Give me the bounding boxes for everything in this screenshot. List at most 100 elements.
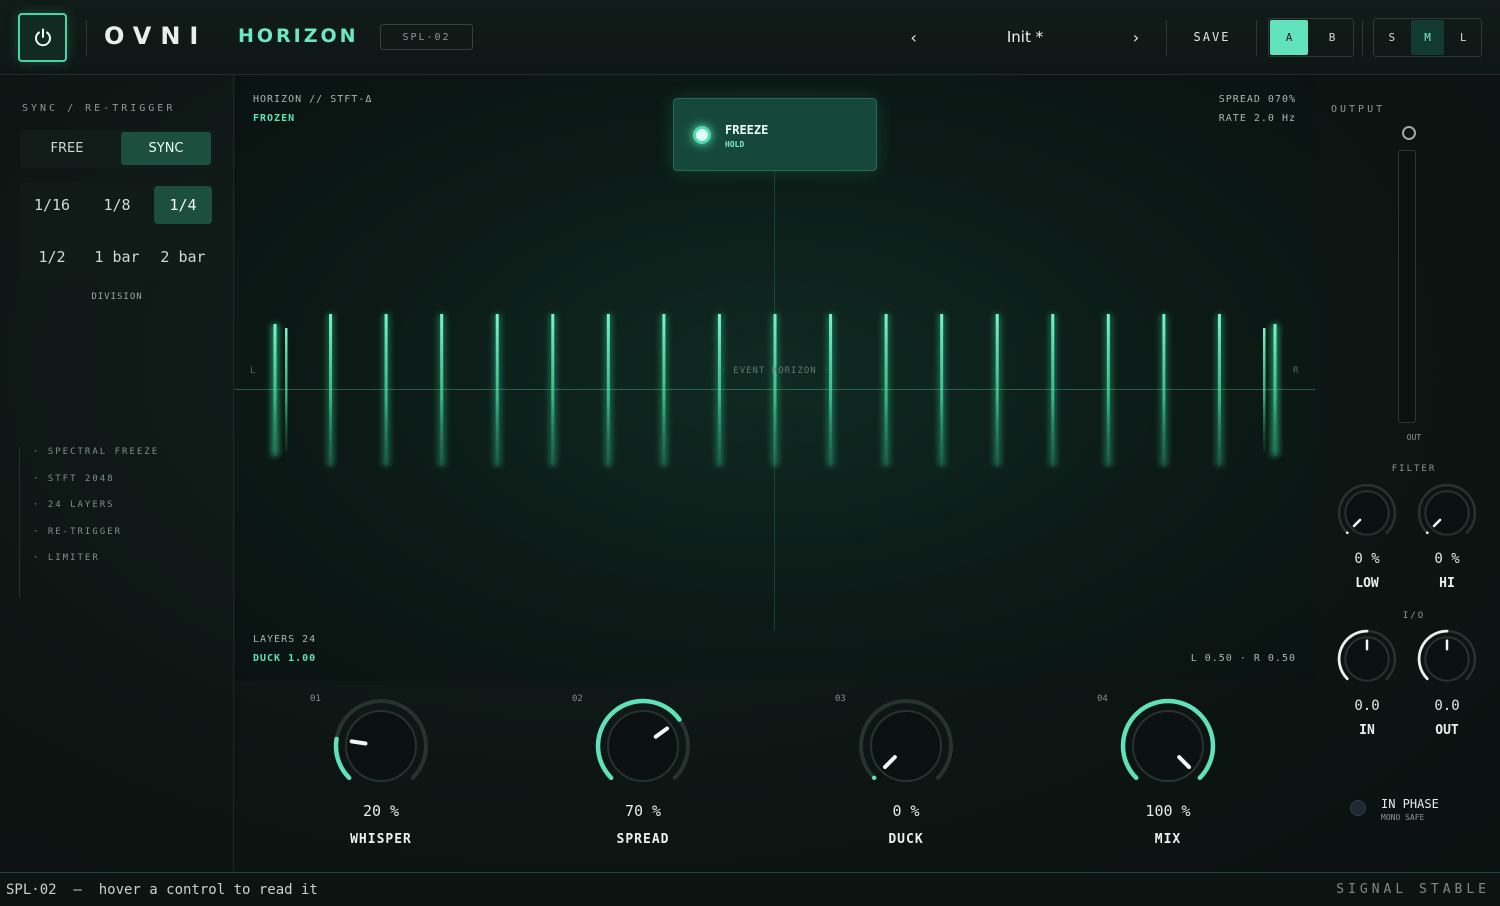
input-gain-value: 0.0 (1354, 698, 1380, 714)
feature-item: · RE-TRIGGER (33, 526, 123, 537)
filter-low-knob[interactable] (1336, 482, 1398, 544)
output-gain-knob[interactable] (1416, 628, 1478, 690)
duck-knob[interactable] (856, 696, 956, 796)
filter-hi-knob[interactable] (1416, 482, 1478, 544)
filter-hi-value: 0 % (1434, 551, 1460, 567)
knob-value: 70 % (624, 802, 662, 820)
state-label: FROZEN (253, 113, 296, 124)
spectral-bar (940, 314, 944, 466)
event-horizon-label: · EVENT HORIZON · (720, 366, 830, 376)
output-gain-label: OUT (1435, 723, 1459, 738)
input-gain-knob[interactable] (1336, 628, 1398, 690)
spectral-bar (440, 314, 444, 466)
model-tag: SPL·02 (380, 24, 473, 50)
output-meter (1398, 150, 1416, 423)
meter-label: OUT (1406, 433, 1422, 442)
status-message: SPL·02 — hover a control to read it (6, 882, 318, 898)
knob-value: 100 % (1145, 802, 1191, 820)
filter-low-value: 0 % (1354, 551, 1380, 567)
knob-value: 20 % (362, 802, 400, 820)
output-title: OUTPUT (1331, 104, 1386, 115)
plugin-window: OVNI HORIZON SPL·02 ‹ Init * › SAVE A B … (0, 0, 1500, 906)
io-title: I/O (1402, 611, 1426, 621)
preset-name[interactable]: Init * (960, 28, 1090, 46)
spectral-bar (1106, 314, 1110, 466)
feature-item: · SPECTRAL FREEZE (33, 447, 160, 457)
freeze-label: FREEZE (725, 123, 769, 137)
signal-status: SIGNAL STABLE (1336, 882, 1490, 897)
spectral-bar (285, 328, 288, 452)
freeze-button[interactable]: FREEZE HOLD (673, 98, 877, 171)
division-1-2-button[interactable]: 1/2 (23, 238, 81, 276)
mode-free-button[interactable]: FREE (22, 132, 112, 165)
compare-a-button[interactable]: A (1270, 20, 1308, 55)
compare-b-button[interactable]: B (1313, 20, 1351, 55)
whisper-control: 01 20 % WHISPER (306, 682, 456, 871)
freeze-led-icon (693, 126, 711, 144)
knob-name: DUCK (888, 832, 924, 847)
knob-index: 04 (1097, 694, 1108, 704)
spectral-bar (1217, 314, 1221, 466)
preset-next-button[interactable]: › (1131, 28, 1141, 47)
sync-title: SYNC / RE-TRIGGER (22, 103, 176, 114)
phase-label: IN PHASE (1381, 797, 1439, 811)
spectral-bar (329, 314, 333, 466)
knob-index: 03 (835, 694, 846, 704)
knob-body (1344, 490, 1390, 536)
power-button[interactable] (18, 13, 67, 62)
knob-name: SPREAD (616, 832, 670, 847)
whisper-knob[interactable] (331, 696, 431, 796)
size-s-button[interactable]: S (1375, 20, 1409, 55)
filter-title: FILTER (1391, 464, 1437, 474)
feature-item: · LIMITER (33, 553, 100, 563)
spectral-bar (384, 314, 388, 466)
duck-readout: DUCK 1.00 (253, 653, 317, 664)
spectral-bar (273, 324, 277, 456)
division-1-16-button[interactable]: 1/16 (23, 186, 81, 224)
knob-index: 02 (572, 694, 583, 704)
division-2-bar-button[interactable]: 2 bar (154, 238, 212, 276)
spread-knob[interactable] (593, 696, 693, 796)
spectral-bar (662, 314, 666, 466)
status-bar: SPL·02 — hover a control to read it SIGN… (0, 872, 1500, 906)
right-edge-label: R (1293, 366, 1299, 376)
save-button[interactable]: SAVE (1178, 30, 1246, 44)
engine-label: HORIZON // STFT-Δ (253, 94, 373, 105)
size-m-button[interactable]: M (1410, 20, 1445, 55)
division-grid: 1/16 1/8 1/4 1/2 1 bar 2 bar (20, 182, 214, 282)
freeze-sub-label: HOLD (725, 140, 745, 149)
meter-clip-indicator[interactable] (1402, 126, 1416, 140)
knob-pointer (349, 739, 368, 746)
knob-body (870, 710, 942, 782)
spectral-bar (495, 314, 499, 466)
size-l-button[interactable]: L (1446, 20, 1480, 55)
spread-control: 02 70 % SPREAD (568, 682, 718, 871)
division-1-4-button[interactable]: 1/4 (154, 186, 212, 224)
mode-sync-button[interactable]: SYNC (121, 132, 211, 165)
mode-toggle: FREE SYNC (20, 130, 214, 168)
rate-readout: RATE 2.0 Hz (1218, 113, 1296, 124)
mix-knob[interactable] (1118, 696, 1218, 796)
spectral-bar (606, 314, 610, 466)
division-1-bar-button[interactable]: 1 bar (88, 238, 146, 276)
spectral-bar (551, 314, 555, 466)
knob-value-arc (1345, 531, 1349, 535)
left-edge-label: L (250, 366, 256, 376)
division-1-8-button[interactable]: 1/8 (88, 186, 146, 224)
spectral-bar (884, 314, 888, 466)
sync-panel: SYNC / RE-TRIGGER FREE SYNC 1/16 1/8 1/4… (0, 76, 234, 871)
header-divider (1166, 20, 1167, 56)
feature-item: · STFT 2048 (33, 473, 115, 484)
feature-list: · SPECTRAL FREEZE · STFT 2048 · 24 LAYER… (19, 447, 159, 597)
spectral-bar (1162, 314, 1166, 466)
knob-value-arc (1425, 531, 1429, 535)
knob-body (1132, 710, 1204, 782)
knob-body (1424, 490, 1470, 536)
knob-body (607, 710, 679, 782)
header-divider (86, 20, 87, 56)
knob-name: MIX (1154, 832, 1182, 847)
header-divider (1362, 20, 1363, 56)
preset-prev-button[interactable]: ‹ (909, 28, 919, 47)
duck-control: 03 0 % DUCK (831, 682, 981, 871)
macro-knobs: 01 20 % WHISPER 02 70 % SPREAD 03 0 % DU… (235, 682, 1315, 871)
